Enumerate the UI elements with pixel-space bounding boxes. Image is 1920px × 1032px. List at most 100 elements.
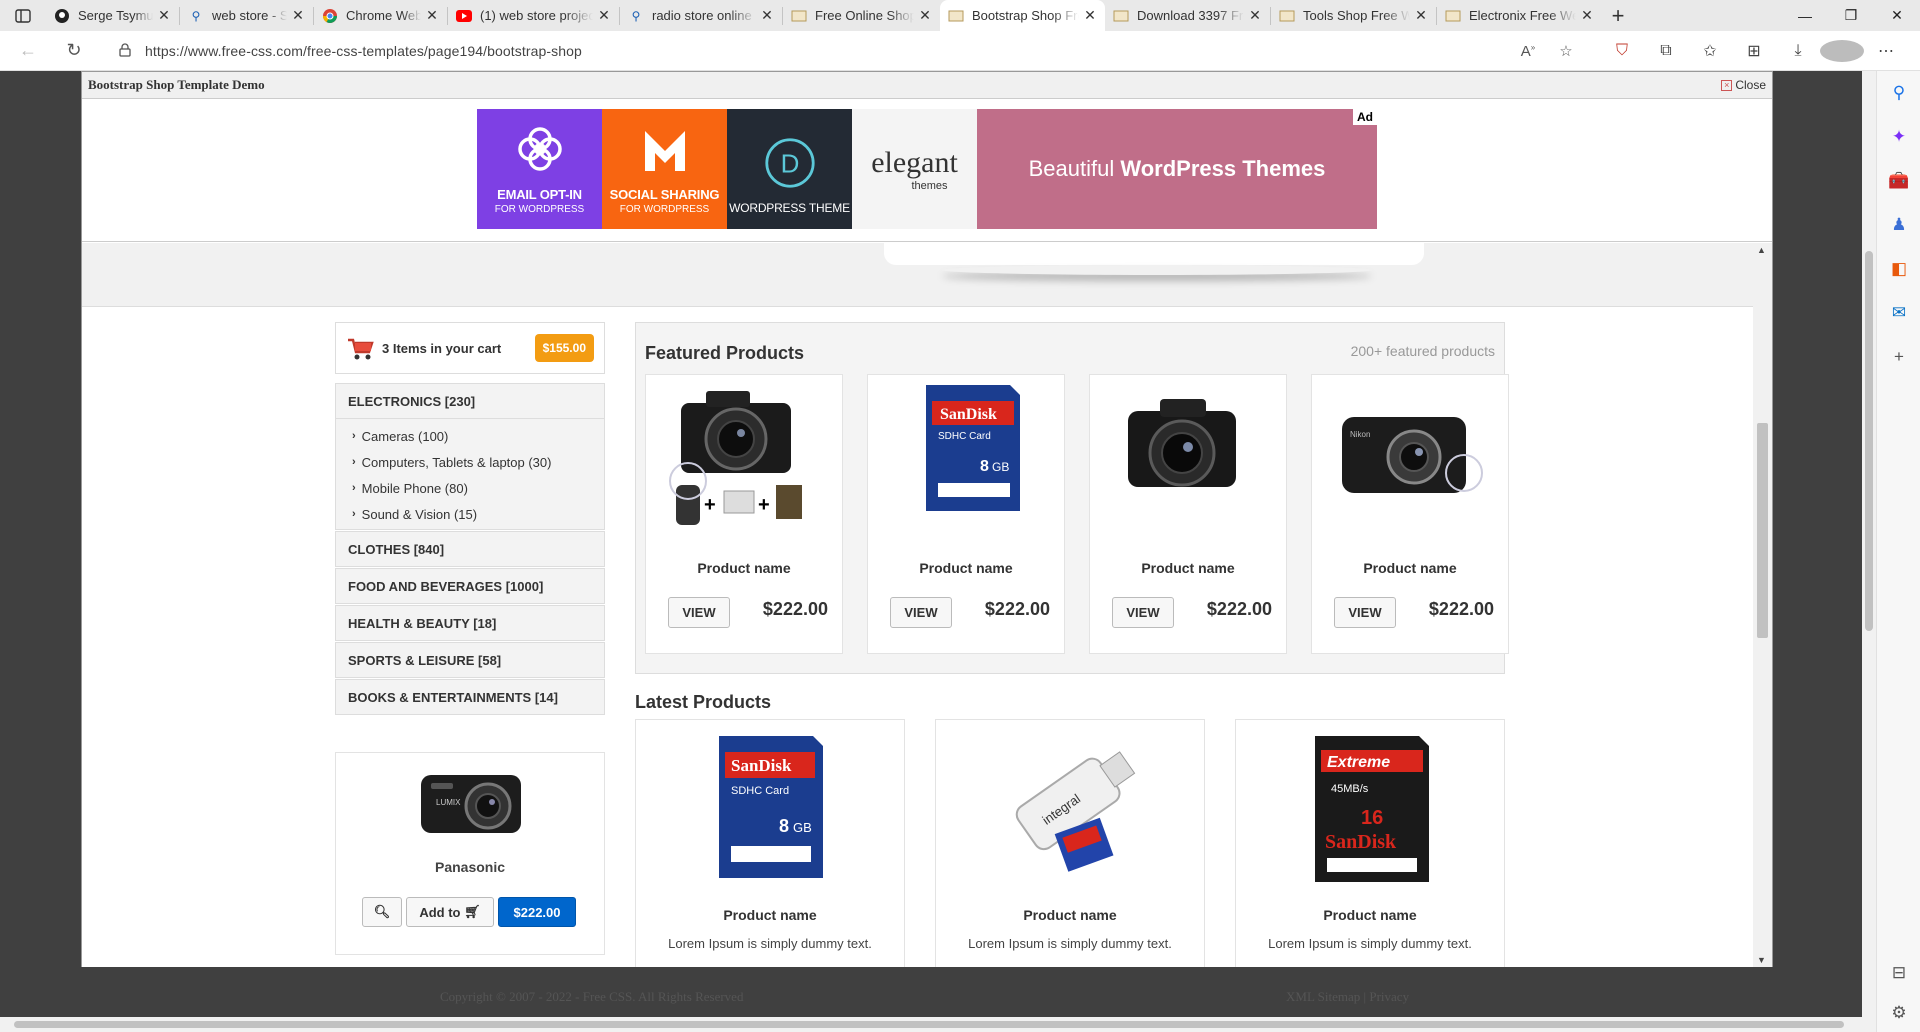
- product-description: Lorem Ipsum is simply dummy text.: [668, 936, 872, 951]
- inner-scrollbar[interactable]: ▲ ▼: [1753, 243, 1772, 967]
- product-price: $222.00: [1428, 599, 1494, 619]
- close-tab-icon[interactable]: ✕: [1580, 7, 1594, 24]
- extension-icon[interactable]: ⛉: [1600, 42, 1644, 60]
- minimize-icon[interactable]: —: [1782, 0, 1828, 31]
- browser-tab-active[interactable]: Bootstrap Shop Fre ✕: [940, 0, 1105, 31]
- product-description: Lorem Ipsum is simply dummy text.: [968, 936, 1172, 951]
- bloom-icon: [514, 123, 566, 175]
- back-icon[interactable]: ←: [10, 35, 46, 67]
- close-tab-icon[interactable]: ✕: [1248, 7, 1262, 24]
- view-button[interactable]: VIEW: [1112, 597, 1174, 628]
- sd-card-image[interactable]: SanDisk SDHC Card 8 GB: [691, 728, 851, 888]
- favorite-add-icon[interactable]: ☆: [1547, 42, 1585, 60]
- shopping-icon[interactable]: 🧰: [1877, 159, 1920, 203]
- category-health[interactable]: HEALTH & BEAUTY [18]: [335, 605, 605, 641]
- browser-tab[interactable]: ⚲ web store - Search✕: [180, 0, 313, 31]
- category-sports[interactable]: SPORTS & LEISURE [58]: [335, 642, 605, 678]
- close-button[interactable]: × Close: [1721, 78, 1766, 92]
- browser-tab[interactable]: Electronix Free We ✕: [1437, 0, 1602, 31]
- scroll-down-icon[interactable]: ▼: [1757, 955, 1766, 965]
- address-bar[interactable]: https://www.free-css.com/free-css-templa…: [105, 35, 1585, 67]
- dslr-camera-image[interactable]: [1110, 381, 1268, 541]
- category-books[interactable]: BOOKS & ENTERTAINMENTS [14]: [335, 679, 605, 715]
- camera-bundle-image[interactable]: + +: [666, 381, 824, 541]
- product-card: Product name VIEW $222.00: [1089, 374, 1287, 654]
- close-tab-icon[interactable]: ✕: [425, 7, 439, 24]
- discover-icon[interactable]: ✦: [1877, 115, 1920, 159]
- add-to-cart-button[interactable]: Add to 🛒︎: [406, 897, 494, 927]
- browser-tab[interactable]: ⚲ radio store online ✕: [620, 0, 782, 31]
- more-menu-icon[interactable]: ⋯: [1864, 41, 1908, 61]
- ad-wordpress-theme: D WORDPRESS THEME: [727, 109, 852, 229]
- category-electronics[interactable]: ELECTRONICS [230]: [335, 383, 605, 419]
- subcategory-item[interactable]: › Mobile Phone (80): [352, 475, 604, 501]
- scroll-up-icon[interactable]: ▲: [1757, 245, 1766, 255]
- favorites-icon[interactable]: ✩: [1688, 41, 1732, 61]
- settings-icon[interactable]: ⚙: [1877, 991, 1920, 1032]
- footer-links[interactable]: XML Sitemap | Privacy: [1286, 989, 1409, 1005]
- office-icon[interactable]: ◧: [1877, 247, 1920, 291]
- browser-tab[interactable]: Download 3397 Fre ✕: [1105, 0, 1270, 31]
- browser-tab[interactable]: Chrome Web Store✕: [314, 0, 447, 31]
- cart-icon: 🛒︎: [464, 904, 481, 919]
- view-button[interactable]: VIEW: [668, 597, 730, 628]
- subcategory-item[interactable]: › Cameras (100): [352, 423, 604, 449]
- view-button[interactable]: VIEW: [890, 597, 952, 628]
- profile-avatar[interactable]: [1820, 40, 1864, 62]
- view-button[interactable]: VIEW: [1334, 597, 1396, 628]
- close-tab-icon[interactable]: ✕: [597, 7, 611, 24]
- read-aloud-icon[interactable]: A»: [1509, 43, 1547, 60]
- collections-icon[interactable]: ⊞: [1732, 41, 1776, 61]
- search-icon: ⚲: [191, 8, 201, 23]
- browser-tab[interactable]: Serge Tsymuk Portfolio✕: [46, 0, 179, 31]
- close-tab-icon[interactable]: ✕: [760, 7, 774, 24]
- category-food[interactable]: FOOD AND BEVERAGES [1000]: [335, 568, 605, 604]
- browser-tab[interactable]: Free Online Shop W✕: [783, 0, 940, 31]
- svg-text:SDHC Card: SDHC Card: [938, 431, 991, 442]
- close-tab-icon[interactable]: ✕: [1414, 7, 1428, 24]
- new-tab-icon[interactable]: +: [1602, 0, 1634, 31]
- close-tab-icon[interactable]: ✕: [918, 7, 932, 24]
- tools-icon[interactable]: ♟: [1877, 203, 1920, 247]
- compact-camera-image[interactable]: Nikon: [1332, 381, 1490, 541]
- close-window-icon[interactable]: ✕: [1874, 0, 1920, 31]
- featured-subtitle: 200+ featured products: [1350, 343, 1495, 359]
- browser-tab[interactable]: (1) web store projects ✕: [448, 0, 619, 31]
- price-button[interactable]: $222.00: [498, 897, 576, 927]
- compact-camera-image[interactable]: LUMIX: [416, 761, 526, 845]
- cart-summary[interactable]: 3 Items in your cart $155.00: [335, 322, 605, 374]
- svg-text:SanDisk: SanDisk: [1325, 831, 1397, 853]
- browser-tab[interactable]: Tools Shop Free W ✕: [1271, 0, 1436, 31]
- close-tab-icon[interactable]: ✕: [291, 7, 305, 24]
- shopping-cart-icon: [346, 337, 374, 360]
- sd-card-image[interactable]: SanDisk SDHC Card 8 GB: [888, 381, 1046, 541]
- zoom-button[interactable]: 🔍︎: [362, 897, 402, 927]
- usb-card-reader-image[interactable]: integral: [991, 728, 1151, 888]
- close-tab-icon[interactable]: ✕: [1083, 7, 1097, 24]
- sidebar-layout-icon[interactable]: ⊟: [1877, 951, 1920, 995]
- product-card: + + Product name VIEW $222.00: [645, 374, 843, 654]
- category-clothes[interactable]: CLOTHES [840]: [335, 531, 605, 567]
- downloads-icon[interactable]: ⤓: [1776, 42, 1820, 60]
- refresh-icon[interactable]: ↻: [56, 35, 92, 67]
- page-scrollbar[interactable]: [1862, 71, 1876, 1021]
- ad-elegant-themes: elegant themes: [852, 109, 977, 229]
- close-tab-icon[interactable]: ✕: [157, 7, 171, 24]
- zoom-icon: 🔍︎: [373, 904, 391, 919]
- extensions-puzzle-icon[interactable]: ⧉: [1644, 42, 1688, 60]
- outlook-icon[interactable]: ✉: [1877, 291, 1920, 335]
- subcategory-item[interactable]: › Sound & Vision (15): [352, 501, 604, 527]
- search-icon[interactable]: ⚲: [1877, 71, 1920, 115]
- restore-icon[interactable]: ❐: [1828, 0, 1874, 31]
- add-sidebar-icon[interactable]: +: [1877, 335, 1920, 379]
- svg-text:D: D: [780, 148, 799, 178]
- monarch-icon: [639, 123, 691, 175]
- horizontal-scrollbar[interactable]: [0, 1017, 1876, 1032]
- scroll-thumb[interactable]: [1757, 423, 1768, 638]
- sd-card-extreme-image[interactable]: Extreme 45MB/s 16 SanDisk: [1291, 728, 1451, 888]
- subcategory-item[interactable]: › Computers, Tablets & laptop (30): [352, 449, 604, 475]
- tab-actions-icon[interactable]: [0, 0, 46, 31]
- template-demo-window: Bootstrap Shop Template Demo × Close EMAI…: [81, 71, 1773, 967]
- ad-banner[interactable]: EMAIL OPT-IN FOR WORDPRESS SOCIAL SHARIN…: [477, 109, 1377, 229]
- url-text[interactable]: https://www.free-css.com/free-css-templa…: [145, 43, 582, 59]
